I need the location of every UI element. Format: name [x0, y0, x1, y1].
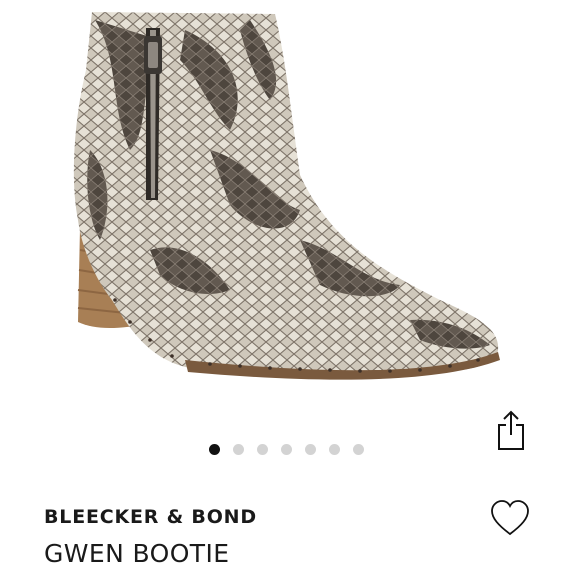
carousel-dot-3[interactable] [257, 443, 268, 455]
product-image[interactable] [0, 0, 580, 420]
carousel-dot-7[interactable] [353, 443, 364, 455]
heart-icon [491, 500, 529, 536]
carousel-dot-5[interactable] [305, 443, 316, 455]
carousel-dots [209, 443, 364, 455]
carousel-dot-2[interactable] [233, 443, 244, 455]
carousel-dot-6[interactable] [329, 443, 340, 455]
share-button[interactable] [494, 408, 528, 452]
share-icon [498, 410, 524, 450]
favorite-button[interactable] [488, 497, 532, 539]
boot-illustration [73, 12, 500, 380]
carousel-dot-1[interactable] [209, 443, 220, 455]
product-name: GWEN BOOTIE [44, 539, 230, 568]
carousel-dot-4[interactable] [281, 443, 292, 455]
brand-name: BLEECKER & BOND [44, 506, 257, 528]
